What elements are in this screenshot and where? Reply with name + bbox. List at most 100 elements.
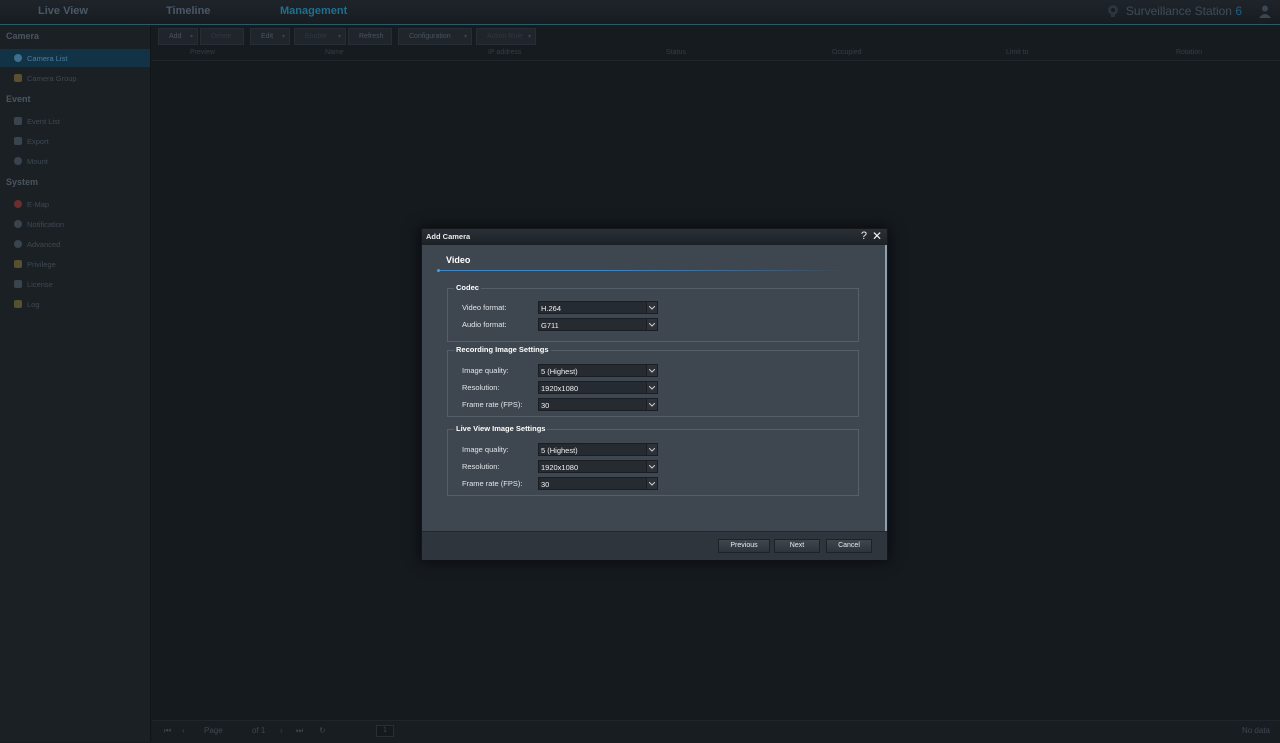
last-page-icon[interactable]: ⏭ (296, 726, 303, 736)
delete-button[interactable]: Delete (200, 28, 244, 45)
action-rule-button[interactable]: Action Rule ▾ (476, 28, 536, 45)
key-icon (14, 280, 22, 288)
column-status[interactable]: Status (666, 49, 686, 56)
frame-rate-value: 30 (541, 480, 550, 489)
refresh-icon[interactable]: ↻ (319, 726, 326, 735)
column-occupied[interactable]: Occupied (832, 49, 862, 56)
camera-logo-icon (1107, 5, 1118, 17)
dialog-footer: Previous Next Cancel (422, 531, 887, 560)
sidebar-item-advanced[interactable]: Advanced (0, 235, 150, 253)
wizard-step-underline (438, 270, 848, 271)
list-icon (14, 117, 22, 125)
audio-format-row: Audio format: G711 (448, 318, 858, 332)
live-resolution-select[interactable]: 1920x1080 (538, 460, 658, 473)
column-name[interactable]: Name (325, 49, 344, 56)
dialog-title: Add Camera (426, 232, 471, 241)
tab-timeline[interactable]: Timeline (166, 5, 210, 17)
sidebar-item-label: Advanced (27, 240, 61, 249)
chevron-down-icon[interactable] (646, 399, 657, 410)
sidebar-item-license[interactable]: License (0, 275, 150, 293)
close-icon[interactable]: ✕ (872, 229, 882, 243)
video-format-select[interactable]: H.264 (538, 301, 658, 314)
log-icon (14, 300, 22, 308)
recording-resolution-select[interactable]: 1920x1080 (538, 381, 658, 394)
sidebar-item-label: Export (27, 137, 49, 146)
edit-button[interactable]: Edit ▾ (250, 28, 290, 45)
live-image-quality-select[interactable]: 5 (Highest) (538, 443, 658, 456)
sidebar-item-log[interactable]: Log (0, 295, 150, 313)
sidebar-item-label: Camera Group (27, 74, 77, 83)
chevron-down-icon[interactable] (646, 302, 657, 313)
dialog-titlebar[interactable]: Add Camera ? ✕ (422, 229, 887, 245)
column-preview[interactable]: Preview (190, 49, 215, 56)
tab-management[interactable]: Management (280, 5, 347, 17)
delete-label: Delete (211, 33, 232, 40)
page-number-input[interactable]: 1 (376, 725, 394, 737)
chevron-down-icon[interactable] (646, 461, 657, 472)
recording-image-quality-select[interactable]: 5 (Highest) (538, 364, 658, 377)
image-quality-label: Image quality: (462, 445, 509, 454)
column-rotation[interactable]: Rotation (1176, 49, 1202, 56)
column-limit-to[interactable]: Limit to (1006, 49, 1029, 56)
column-ip-address[interactable]: IP address (488, 49, 521, 56)
frame-rate-label: Frame rate (FPS): (462, 400, 523, 409)
brand-name: Surveillance Station (1125, 4, 1232, 18)
configuration-button[interactable]: Configuration ▾ (398, 28, 472, 45)
enable-button[interactable]: Enable ▾ (294, 28, 346, 45)
recording-frame-rate-row: Frame rate (FPS): 30 (448, 398, 858, 412)
brand-title: Surveillance Station 6 (1107, 4, 1242, 18)
sidebar-item-export[interactable]: Export (0, 132, 150, 150)
codec-fieldset: Codec Video format: H.264 Audio format: … (447, 283, 859, 342)
sidebar-item-event-list[interactable]: Event List (0, 112, 150, 130)
add-button[interactable]: Add ▾ (158, 28, 198, 45)
audio-format-select[interactable]: G711 (538, 318, 658, 331)
sidebar-item-notification[interactable]: Notification (0, 215, 150, 233)
sidebar-item-camera-list[interactable]: Camera List (0, 49, 150, 67)
sidebar-section-system: System (6, 177, 39, 187)
sidebar-item-e-map[interactable]: E-Map (0, 195, 150, 213)
top-navigation-bar: Live View Timeline Management Surveillan… (0, 0, 1280, 25)
dropdown-arrow-icon: ▾ (337, 34, 341, 40)
mount-icon (14, 157, 22, 165)
sidebar-item-label: Notification (27, 220, 65, 229)
recording-settings-fieldset: Recording Image Settings Image quality: … (447, 345, 859, 417)
first-page-icon[interactable]: ⏮ (164, 726, 171, 736)
pagination-bar: ⏮ ‹ Page 1 of 1 › ⏭ ↻ No data (152, 720, 1280, 743)
dropdown-arrow-icon: ▾ (527, 34, 531, 40)
chevron-down-icon[interactable] (646, 365, 657, 376)
recording-resolution-row: Resolution: 1920x1080 (448, 381, 858, 395)
sidebar-item-label: Privilege (27, 260, 56, 269)
help-icon[interactable]: ? (861, 230, 867, 242)
page-of-label: of 1 (252, 726, 266, 735)
live-view-settings-fieldset: Live View Image Settings Image quality: … (447, 424, 859, 496)
toolbar: Add ▾ Delete Edit ▾ Enable ▾ Refresh Con… (152, 28, 1280, 46)
image-quality-value: 5 (Highest) (541, 367, 578, 376)
sidebar-item-label: Camera List (27, 54, 68, 63)
cancel-button[interactable]: Cancel (826, 539, 872, 553)
sidebar-section-camera: Camera (6, 31, 40, 41)
sidebar-item-mount[interactable]: Mount (0, 152, 150, 170)
frame-rate-label: Frame rate (FPS): (462, 479, 523, 488)
sidebar-item-label: Log (27, 300, 40, 309)
live-frame-rate-select[interactable]: 30 (538, 477, 658, 490)
resolution-value: 1920x1080 (541, 384, 579, 393)
sidebar-item-privilege[interactable]: Privilege (0, 255, 150, 273)
next-button[interactable]: Next (774, 539, 820, 553)
recording-image-quality-row: Image quality: 5 (Highest) (448, 364, 858, 378)
recording-frame-rate-select[interactable]: 30 (538, 398, 658, 411)
user-icon[interactable] (1258, 4, 1272, 18)
chevron-down-icon[interactable] (646, 478, 657, 489)
sidebar-item-label: Mount (27, 157, 48, 166)
video-format-row: Video format: H.264 (448, 301, 858, 315)
refresh-button[interactable]: Refresh (348, 28, 392, 45)
chevron-down-icon[interactable] (646, 444, 657, 455)
tab-live-view[interactable]: Live View (38, 5, 88, 17)
prev-page-icon[interactable]: ‹ (182, 726, 185, 735)
audio-format-value: G711 (541, 321, 559, 330)
chevron-down-icon[interactable] (646, 319, 657, 330)
dropdown-arrow-icon: ▾ (281, 34, 285, 40)
sidebar-item-camera-group[interactable]: Camera Group (0, 69, 150, 87)
previous-button[interactable]: Previous (718, 539, 770, 553)
chevron-down-icon[interactable] (646, 382, 657, 393)
next-page-icon[interactable]: › (280, 726, 283, 735)
